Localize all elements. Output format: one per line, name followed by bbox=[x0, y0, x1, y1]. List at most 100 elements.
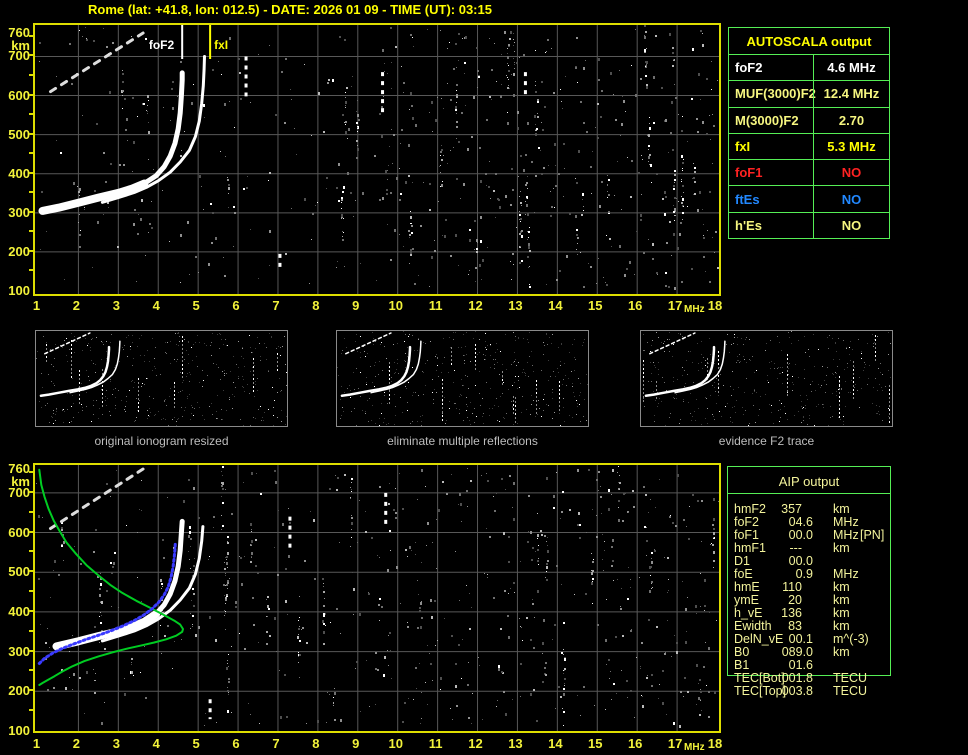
noise-dot bbox=[260, 356, 261, 357]
noise-dot bbox=[134, 421, 135, 422]
noise-dot bbox=[845, 406, 846, 407]
noise-dot bbox=[224, 562, 225, 563]
noise-dot bbox=[500, 396, 501, 397]
noise-dot bbox=[576, 414, 577, 415]
noise-dot bbox=[495, 359, 496, 360]
noise-dot bbox=[666, 390, 667, 391]
noise-dot bbox=[115, 408, 116, 409]
noise-dot bbox=[258, 409, 259, 410]
noise-dot bbox=[666, 714, 667, 715]
noise-dot bbox=[501, 671, 503, 673]
noise-dot bbox=[407, 622, 408, 623]
noise-dot bbox=[680, 333, 681, 334]
noise-dot bbox=[479, 352, 480, 353]
noise-dot bbox=[179, 336, 180, 337]
noise-dot bbox=[533, 689, 535, 691]
noise-dot bbox=[463, 385, 464, 386]
noise-dot bbox=[652, 243, 654, 246]
noise-dot bbox=[131, 381, 132, 382]
noise-dot bbox=[98, 418, 99, 419]
noise-dot bbox=[455, 685, 457, 688]
noise-dot bbox=[618, 466, 619, 467]
noise-dot bbox=[674, 84, 675, 85]
noise-dot bbox=[798, 377, 799, 378]
noise-dot bbox=[384, 71, 385, 72]
noise-dot bbox=[861, 353, 862, 354]
noise-dot bbox=[718, 351, 719, 353]
noise-dot bbox=[628, 567, 629, 568]
noise-dot bbox=[39, 61, 40, 62]
noise-dot bbox=[603, 277, 604, 278]
noise-dot bbox=[876, 405, 877, 406]
noise-dot bbox=[710, 139, 711, 140]
noise-dot bbox=[79, 374, 80, 376]
noise-dot bbox=[355, 668, 356, 669]
noise-dot bbox=[253, 370, 254, 372]
noise-dot bbox=[778, 367, 779, 368]
noise-dot bbox=[186, 376, 187, 377]
noise-dot bbox=[767, 375, 768, 376]
noise-dot bbox=[525, 184, 527, 186]
noise-dot bbox=[100, 601, 101, 602]
noise-dot bbox=[514, 68, 515, 69]
noise-dot bbox=[444, 235, 446, 238]
noise-dot bbox=[875, 355, 876, 357]
noise-dot bbox=[607, 197, 608, 198]
y-axis-minor-tick bbox=[29, 649, 33, 652]
noise-dot bbox=[353, 216, 354, 217]
noise-dot bbox=[371, 420, 372, 421]
noise-dot bbox=[134, 209, 136, 211]
noise-dot bbox=[556, 472, 557, 473]
noise-dot bbox=[504, 418, 505, 419]
noise-dot bbox=[645, 31, 647, 33]
noise-dot bbox=[522, 640, 523, 641]
noise-dot bbox=[234, 212, 236, 214]
noise-dot bbox=[466, 397, 467, 398]
noise-dot bbox=[404, 360, 405, 361]
noise-dot bbox=[355, 200, 356, 201]
noise-dot bbox=[718, 375, 719, 377]
noise-dot bbox=[132, 171, 133, 172]
noise-dot bbox=[441, 98, 442, 99]
noise-dot bbox=[407, 347, 408, 348]
noise-dot bbox=[528, 495, 530, 497]
noise-dot bbox=[472, 693, 473, 694]
bottom_ionogram_with_profile-canvas bbox=[35, 465, 719, 731]
noise-dot bbox=[429, 286, 430, 287]
noise-dot bbox=[436, 370, 437, 371]
noise-dot bbox=[359, 500, 360, 501]
noise-dot bbox=[686, 631, 687, 632]
noise-dot bbox=[344, 122, 345, 123]
noise-dot bbox=[227, 179, 229, 181]
noise-dot bbox=[154, 366, 155, 367]
noise-dot bbox=[673, 205, 674, 206]
noise-dot bbox=[375, 341, 376, 342]
noise-dot bbox=[191, 347, 192, 348]
noise-dot bbox=[555, 708, 556, 709]
noise-dot bbox=[353, 614, 354, 615]
noise-dot bbox=[148, 159, 149, 160]
noise-dot bbox=[195, 342, 196, 343]
noise-dot bbox=[555, 185, 557, 187]
noise-dot bbox=[123, 349, 124, 350]
noise-dot bbox=[671, 101, 673, 104]
noise-dot bbox=[771, 361, 772, 362]
noise-dot bbox=[418, 338, 419, 339]
noise-dot bbox=[651, 552, 653, 554]
noise-dot bbox=[229, 399, 230, 400]
noise-dot bbox=[833, 359, 834, 360]
noise-dot bbox=[147, 378, 148, 379]
y-axis-tick-label: 100 bbox=[8, 723, 30, 738]
noise-dot bbox=[340, 719, 342, 722]
noise-dot bbox=[174, 359, 175, 360]
noise-dot bbox=[225, 156, 226, 157]
noise-dot bbox=[394, 424, 395, 425]
noise-dot bbox=[205, 713, 206, 714]
noise-dot bbox=[210, 345, 211, 346]
noise-dot bbox=[342, 236, 343, 237]
autoscala-output-table: AUTOSCALA output foF2 4.6 MHz MUF(3000)F2 1… bbox=[728, 27, 890, 239]
noise-dot bbox=[473, 338, 474, 339]
noise-dot bbox=[49, 647, 50, 648]
x-axis-tick-label: 4 bbox=[152, 298, 160, 313]
noise-dot bbox=[463, 334, 464, 335]
